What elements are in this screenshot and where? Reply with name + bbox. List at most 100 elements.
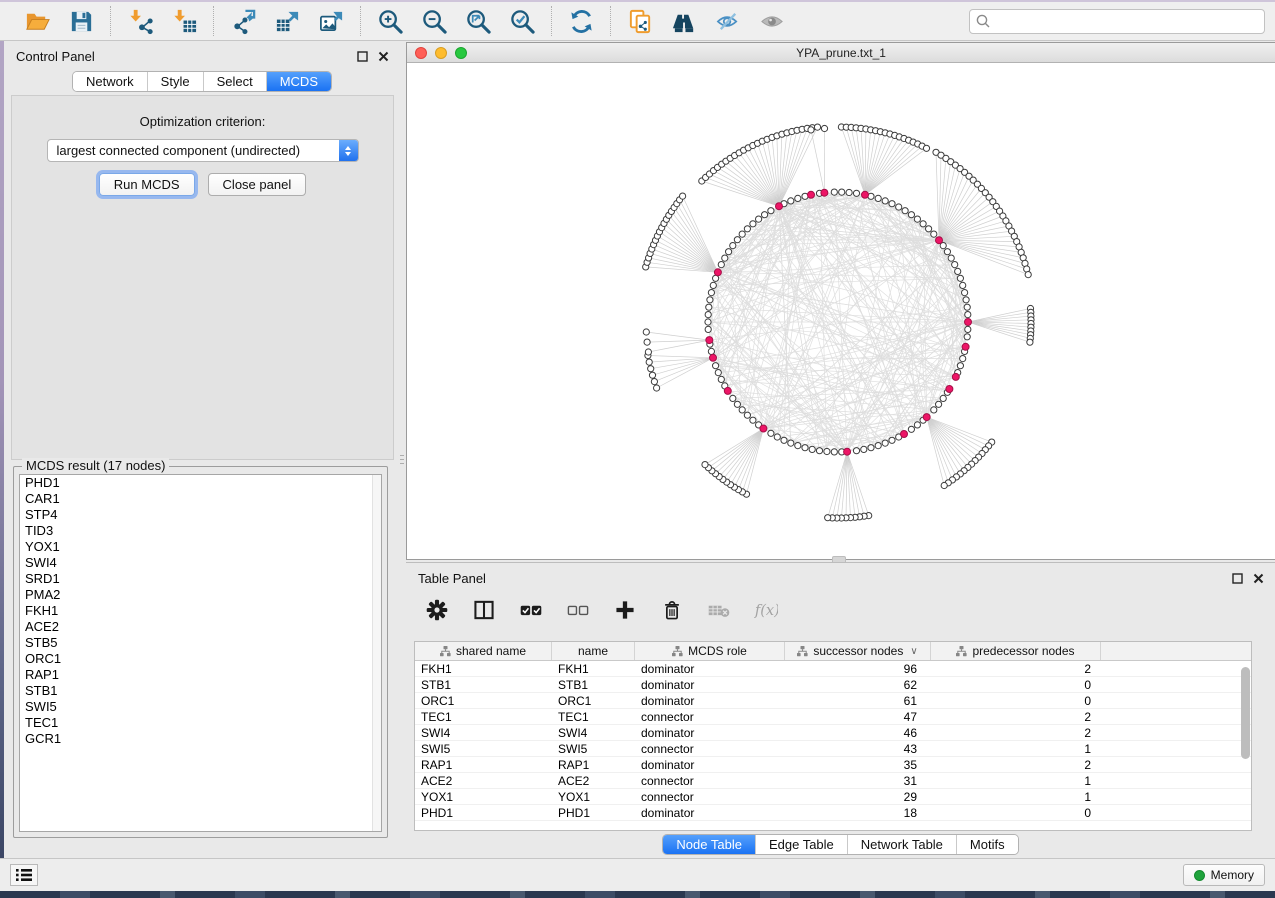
table-row[interactable]: RAP1RAP1dominator352 [415, 757, 1251, 773]
split-columns-button[interactable] [471, 597, 497, 623]
tab-style[interactable]: Style [148, 72, 204, 91]
memory-button[interactable]: Memory [1183, 864, 1265, 886]
list-item[interactable]: CAR1 [20, 491, 381, 507]
zoom-in-button[interactable] [375, 6, 405, 36]
open-file-button[interactable] [22, 6, 52, 36]
cell-predecessor-nodes: 0 [931, 805, 1101, 820]
cell-shared-name: STB1 [415, 677, 552, 692]
add-column-button[interactable] [612, 597, 638, 623]
search-input[interactable] [969, 9, 1265, 34]
table-row[interactable]: PHD1PHD1dominator180 [415, 805, 1251, 821]
table-row[interactable]: TEC1TEC1connector472 [415, 709, 1251, 725]
network-graph[interactable] [407, 63, 1274, 559]
zoom-fit-icon [465, 8, 492, 35]
float-table-panel-button[interactable] [1231, 572, 1244, 585]
scrollbar-thumb[interactable] [1241, 667, 1250, 759]
table-row[interactable]: ORC1ORC1dominator610 [415, 693, 1251, 709]
column-header-name[interactable]: name [552, 642, 635, 660]
import-table-button[interactable] [169, 6, 199, 36]
tab-network[interactable]: Network [73, 72, 148, 91]
task-history-button[interactable] [10, 864, 38, 886]
cell-MCDS-role: connector [635, 709, 785, 724]
show-all-button[interactable] [757, 6, 787, 36]
network-canvas[interactable] [407, 63, 1275, 559]
function-builder-button: f(x) [753, 597, 779, 623]
list-item[interactable]: STB5 [20, 635, 381, 651]
import-network-button[interactable] [125, 6, 155, 36]
list-scrollbar[interactable] [372, 475, 381, 831]
mcds-result-list[interactable]: PHD1CAR1STP4TID3YOX1SWI4SRD1PMA2FKH1ACE2… [19, 474, 382, 832]
table-panel-header: Table Panel [406, 563, 1275, 589]
list-item[interactable]: RAP1 [20, 667, 381, 683]
close-panel-button[interactable] [377, 50, 390, 63]
table-panel-title: Table Panel [418, 571, 486, 586]
list-item[interactable]: SWI4 [20, 555, 381, 571]
tab-node-table[interactable]: Node Table [663, 835, 756, 854]
zoom-selected-button[interactable] [507, 6, 537, 36]
list-item[interactable]: PHD1 [20, 475, 381, 491]
delete-column-button[interactable] [659, 597, 685, 623]
float-panel-button[interactable] [356, 50, 369, 63]
mcds-result-title: MCDS result (17 nodes) [22, 458, 169, 473]
select-all-checkboxes-button[interactable] [518, 597, 544, 623]
export-image-button[interactable] [316, 6, 346, 36]
close-panel-action-button[interactable]: Close panel [208, 173, 307, 196]
criterion-dropdown[interactable]: largest connected component (undirected) [47, 139, 359, 162]
column-header-predecessor-nodes[interactable]: predecessor nodes [931, 642, 1101, 660]
settings-gear-button[interactable] [424, 597, 450, 623]
zoom-out-button[interactable] [419, 6, 449, 36]
tab-mcds[interactable]: MCDS [267, 72, 331, 91]
tab-edge-table[interactable]: Edge Table [756, 835, 848, 854]
zoom-fit-button[interactable] [463, 6, 493, 36]
cell-shared-name: ORC1 [415, 693, 552, 708]
table-row[interactable]: SWI4SWI4dominator462 [415, 725, 1251, 741]
list-item[interactable]: ORC1 [20, 651, 381, 667]
optimization-criterion-label: Optimization criterion: [12, 114, 393, 129]
cell-successor-nodes: 61 [785, 693, 931, 708]
table-tabs: Node TableEdge TableNetwork TableMotifs [406, 834, 1275, 855]
table-row[interactable]: STB1STB1dominator620 [415, 677, 1251, 693]
list-item[interactable]: FKH1 [20, 603, 381, 619]
table-row[interactable]: YOX1YOX1connector291 [415, 789, 1251, 805]
node-table[interactable]: shared name name MCDS rolesuccessor nodes∨… [414, 641, 1252, 831]
column-header-MCDS-role[interactable]: MCDS role [635, 642, 785, 660]
vertical-splitter[interactable] [399, 448, 405, 470]
deselect-all-checkboxes-button[interactable] [565, 597, 591, 623]
export-network-button[interactable] [228, 6, 258, 36]
hide-selected-button[interactable] [713, 6, 743, 36]
list-item[interactable]: PMA2 [20, 587, 381, 603]
export-table-button[interactable] [272, 6, 302, 36]
list-item[interactable]: ACE2 [20, 619, 381, 635]
tab-network-table[interactable]: Network Table [848, 835, 957, 854]
duplicate-network-button[interactable] [625, 6, 655, 36]
cell-successor-nodes: 47 [785, 709, 931, 724]
list-item[interactable]: TID3 [20, 523, 381, 539]
network-titlebar[interactable]: YPA_prune.txt_1 [407, 43, 1275, 63]
list-item[interactable]: SRD1 [20, 571, 381, 587]
binoculars-button[interactable] [669, 6, 699, 36]
column-header-successor-nodes[interactable]: successor nodes∨ [785, 642, 931, 660]
table-row[interactable]: SWI5SWI5connector431 [415, 741, 1251, 757]
table-row[interactable]: FKH1FKH1dominator962 [415, 661, 1251, 677]
column-label: name [578, 644, 608, 658]
list-item[interactable]: STB1 [20, 683, 381, 699]
list-item[interactable]: GCR1 [20, 731, 381, 747]
column-label: predecessor nodes [972, 644, 1074, 658]
table-row[interactable]: ACE2ACE2connector311 [415, 773, 1251, 789]
close-table-panel-button[interactable] [1252, 572, 1265, 585]
save-session-button[interactable] [66, 6, 96, 36]
column-header-shared-name[interactable]: shared name [415, 642, 552, 660]
run-mcds-button[interactable]: Run MCDS [99, 173, 195, 196]
cell-name: SWI5 [552, 741, 635, 756]
list-item[interactable]: SWI5 [20, 699, 381, 715]
list-item[interactable]: YOX1 [20, 539, 381, 555]
refresh-button[interactable] [566, 6, 596, 36]
cell-successor-nodes: 18 [785, 805, 931, 820]
list-item[interactable]: TEC1 [20, 715, 381, 731]
cell-successor-nodes: 62 [785, 677, 931, 692]
list-item[interactable]: STP4 [20, 507, 381, 523]
table-scrollbar[interactable] [1241, 667, 1250, 827]
tab-select[interactable]: Select [204, 72, 267, 91]
cell-name: YOX1 [552, 789, 635, 804]
tab-motifs[interactable]: Motifs [957, 835, 1018, 854]
